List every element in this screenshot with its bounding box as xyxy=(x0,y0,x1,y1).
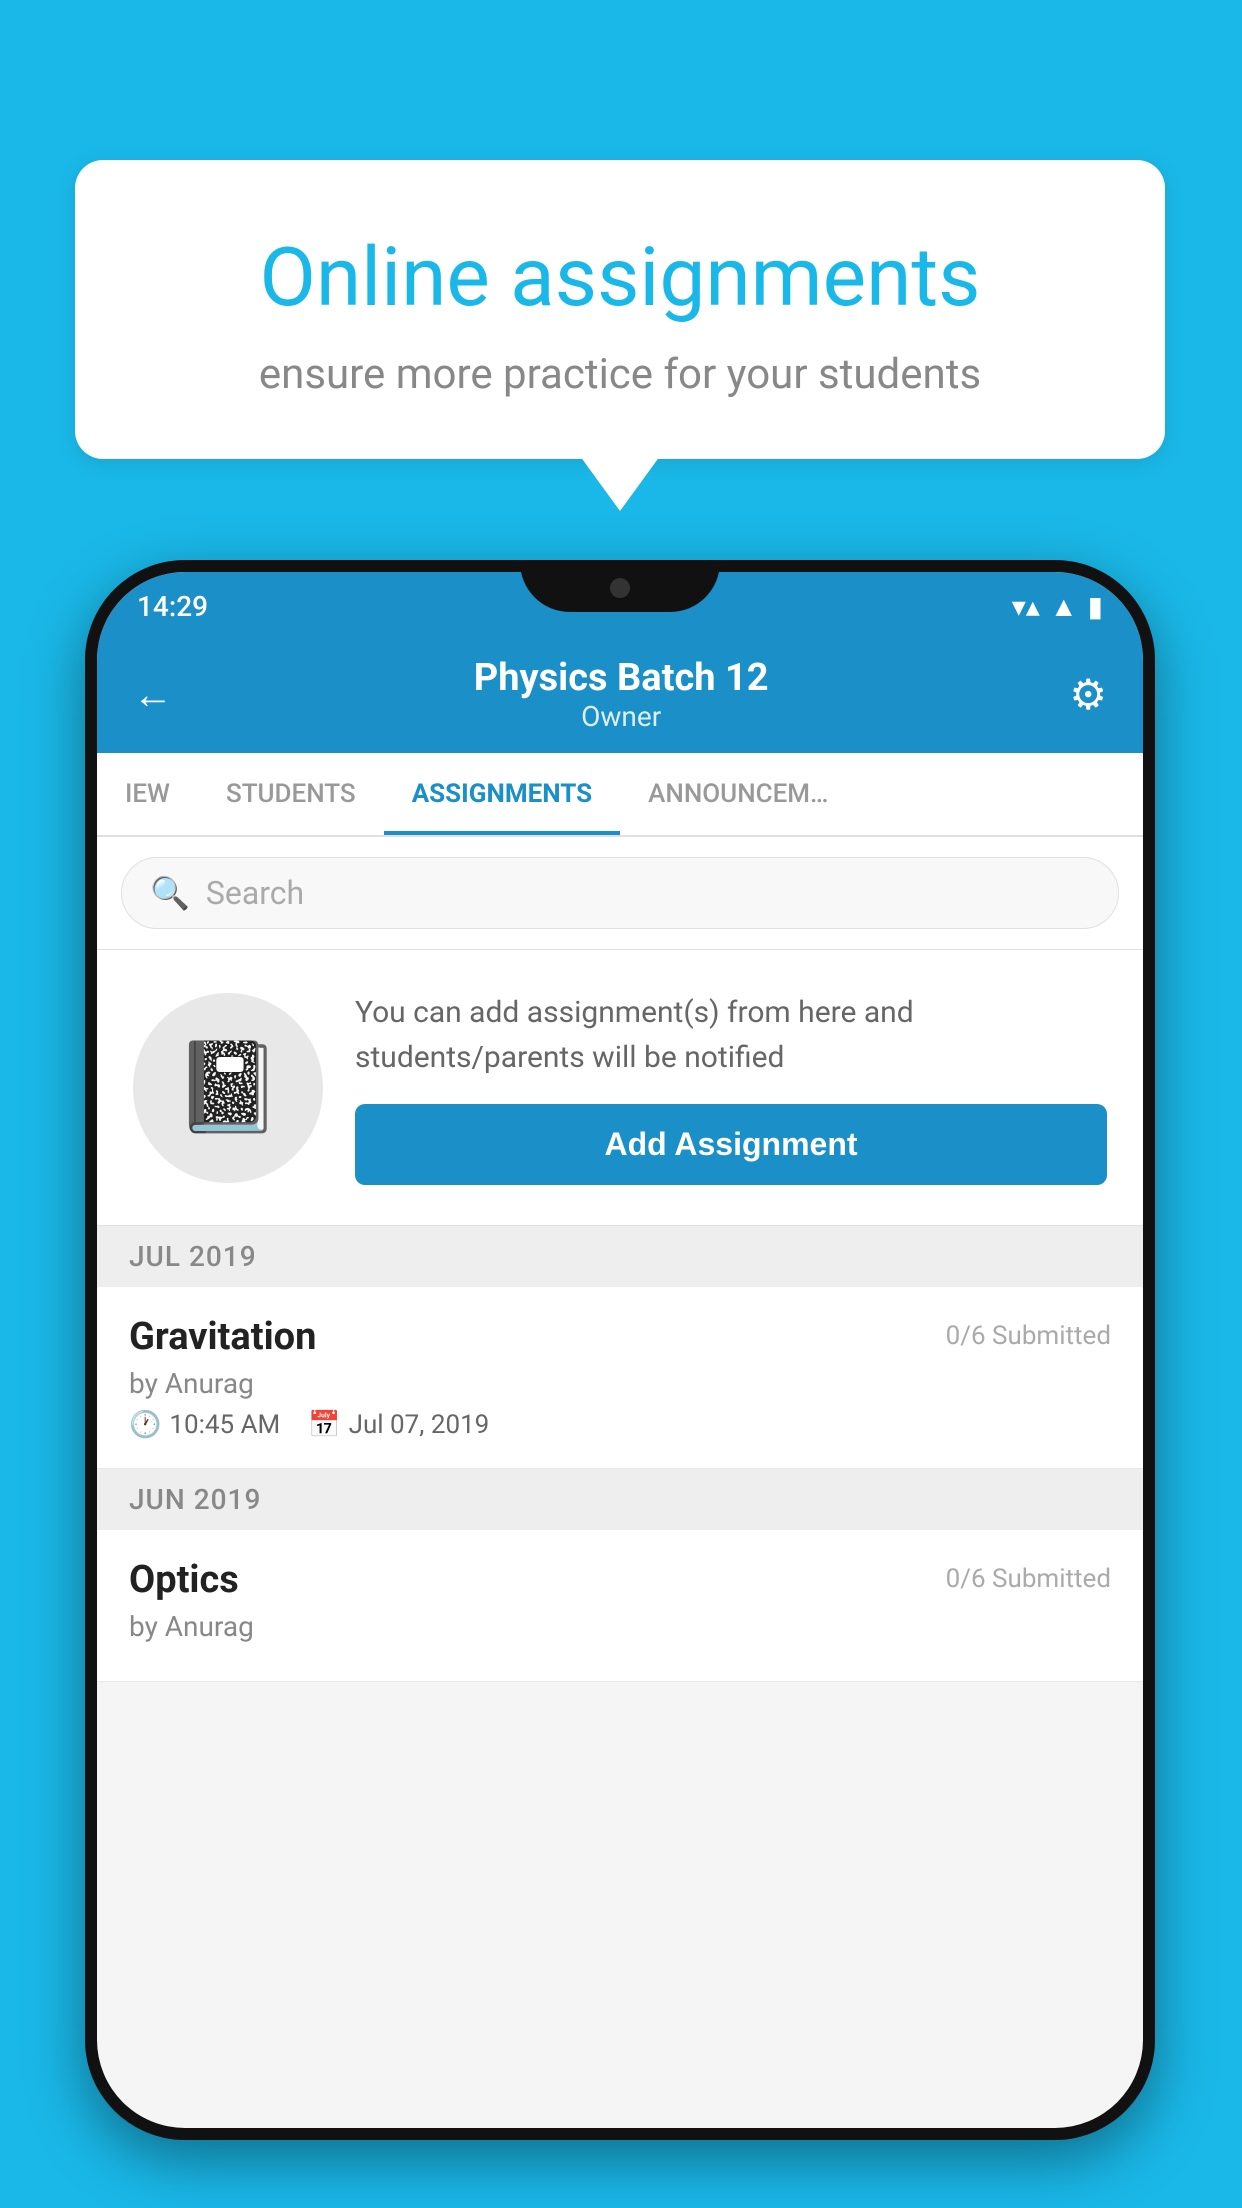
status-time: 14:29 xyxy=(137,590,208,623)
clock-icon: 🕐 xyxy=(129,1410,161,1440)
assignment-row-top: Gravitation 0/6 Submitted xyxy=(129,1315,1111,1359)
promo-card: Online assignments ensure more practice … xyxy=(75,160,1165,459)
tab-students[interactable]: STUDENTS xyxy=(198,753,384,835)
batch-role: Owner xyxy=(173,700,1069,733)
assignment-date: 📅 Jul 07, 2019 xyxy=(308,1410,489,1440)
promo-description: You can add assignment(s) from here and … xyxy=(355,990,1107,1080)
batch-title: Physics Batch 12 xyxy=(173,656,1069,700)
tab-overview[interactable]: IEW xyxy=(97,753,198,835)
header-center: Physics Batch 12 Owner xyxy=(173,656,1069,733)
app-header: ← Physics Batch 12 Owner ⚙ xyxy=(97,640,1143,753)
camera-dot xyxy=(610,578,630,598)
search-placeholder: Search xyxy=(206,874,304,912)
phone-notch xyxy=(520,560,720,612)
wifi-icon: ▾▴ xyxy=(1012,590,1040,623)
settings-icon[interactable]: ⚙ xyxy=(1069,670,1107,720)
assignment-row-top-optics: Optics 0/6 Submitted xyxy=(129,1558,1111,1602)
assignment-submitted-optics: 0/6 Submitted xyxy=(946,1564,1111,1594)
back-button[interactable]: ← xyxy=(133,671,173,718)
assignment-author-optics: by Anurag xyxy=(129,1610,1111,1643)
assignment-item-gravitation[interactable]: Gravitation 0/6 Submitted by Anurag 🕐 10… xyxy=(97,1287,1143,1469)
promo-section: 📓 You can add assignment(s) from here an… xyxy=(97,950,1143,1226)
phone-screen: 14:29 ▾▴ ▲ ▮ ← Physics Batch 12 Owner ⚙ … xyxy=(97,572,1143,2128)
month-header-jun: JUN 2019 xyxy=(97,1469,1143,1530)
search-icon: 🔍 xyxy=(150,874,190,912)
speech-bubble: Online assignments ensure more practice … xyxy=(75,160,1165,459)
assignment-time: 🕐 10:45 AM xyxy=(129,1410,280,1440)
tab-announcements[interactable]: ANNOUNCEM… xyxy=(620,753,856,835)
promo-icon-circle: 📓 xyxy=(133,993,323,1183)
add-assignment-button[interactable]: Add Assignment xyxy=(355,1104,1107,1185)
signal-icon: ▲ xyxy=(1050,590,1078,623)
assignment-name-optics: Optics xyxy=(129,1558,239,1602)
assignment-item-optics[interactable]: Optics 0/6 Submitted by Anurag xyxy=(97,1530,1143,1682)
assignment-author: by Anurag xyxy=(129,1367,1111,1400)
promo-content: You can add assignment(s) from here and … xyxy=(355,990,1107,1185)
bubble-subtitle: ensure more practice for your students xyxy=(135,350,1105,399)
month-header-jul: JUL 2019 xyxy=(97,1226,1143,1287)
calendar-icon: 📅 xyxy=(308,1410,340,1440)
tabs-bar: IEW STUDENTS ASSIGNMENTS ANNOUNCEM… xyxy=(97,753,1143,837)
assignment-submitted: 0/6 Submitted xyxy=(946,1321,1111,1351)
assignment-name: Gravitation xyxy=(129,1315,316,1359)
tab-assignments[interactable]: ASSIGNMENTS xyxy=(384,753,620,835)
status-icons: ▾▴ ▲ ▮ xyxy=(1012,590,1103,623)
search-bar[interactable]: 🔍 Search xyxy=(121,857,1119,929)
bubble-title: Online assignments xyxy=(135,230,1105,326)
search-container: 🔍 Search xyxy=(97,837,1143,950)
assignment-meta: 🕐 10:45 AM 📅 Jul 07, 2019 xyxy=(129,1410,1111,1440)
notebook-icon: 📓 xyxy=(173,1036,283,1139)
battery-icon: ▮ xyxy=(1088,590,1103,623)
phone-frame: 14:29 ▾▴ ▲ ▮ ← Physics Batch 12 Owner ⚙ … xyxy=(85,560,1155,2140)
